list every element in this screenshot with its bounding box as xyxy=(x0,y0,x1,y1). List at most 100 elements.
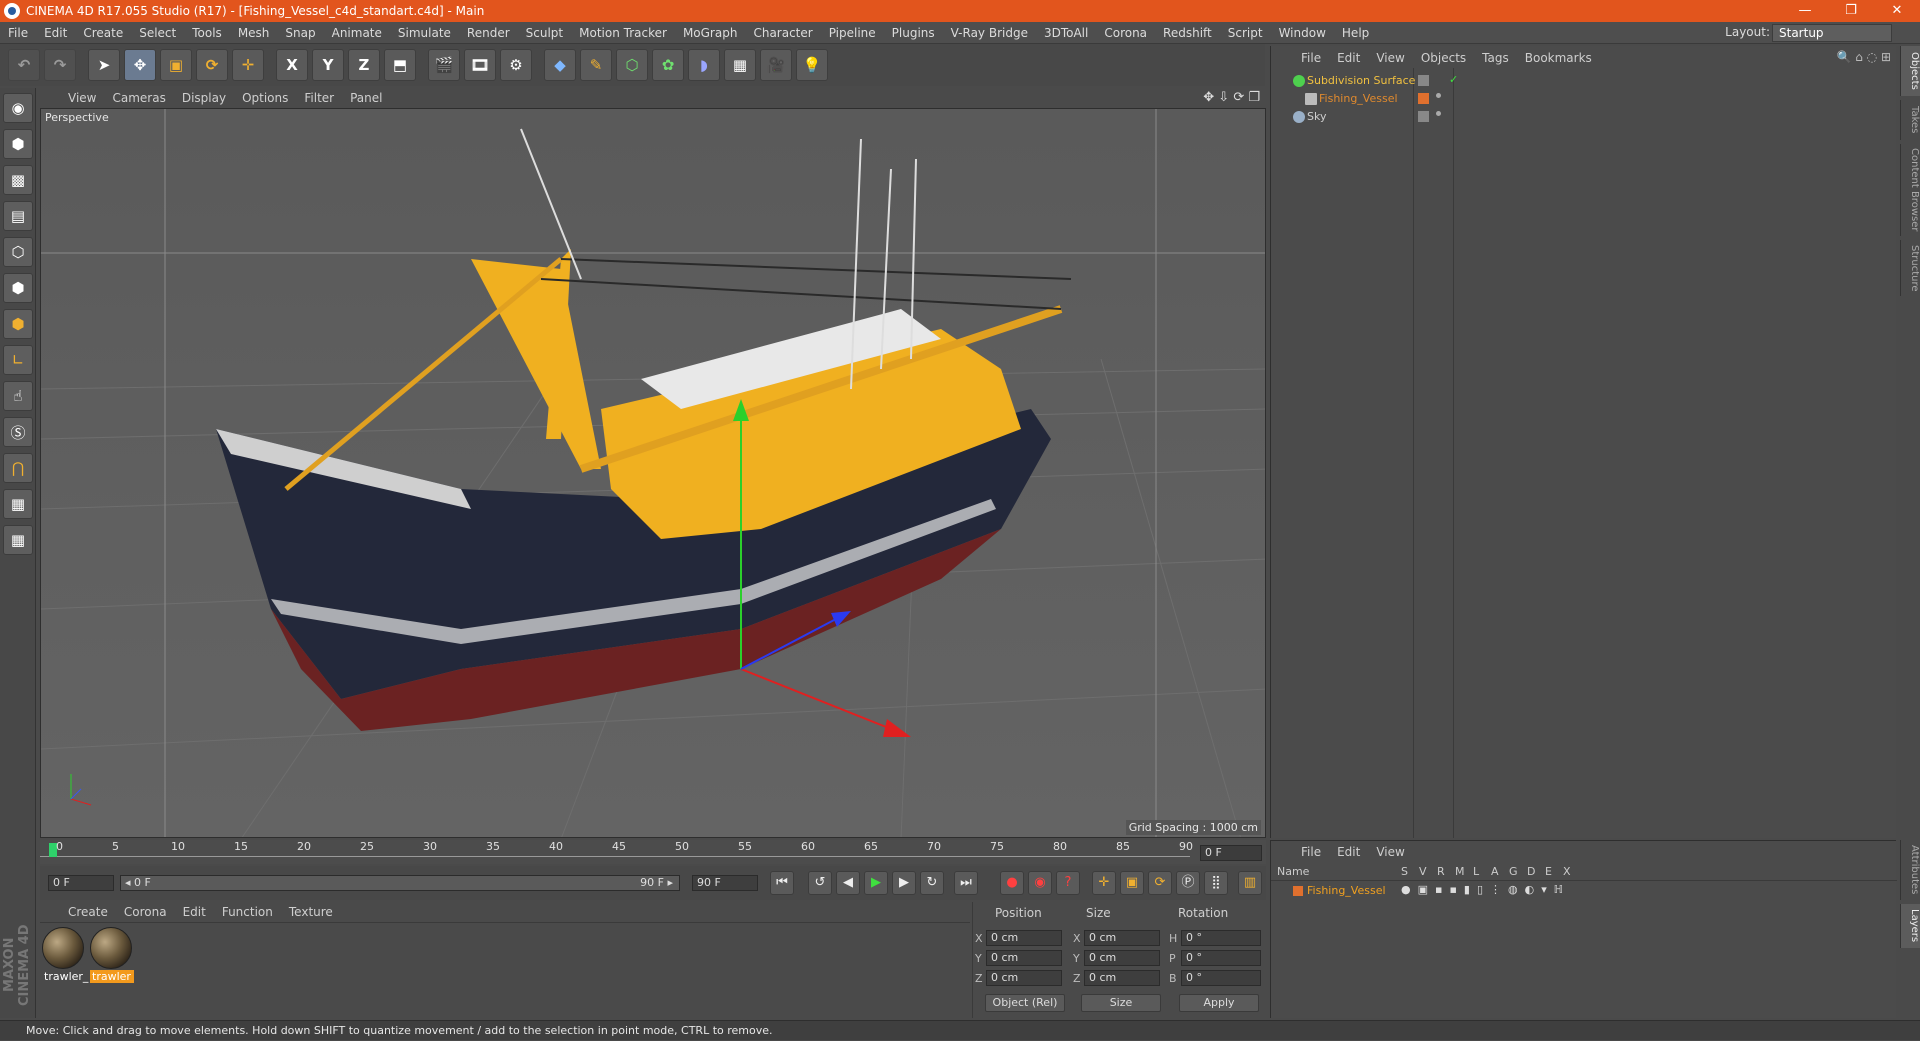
restore-button[interactable]: ❐ xyxy=(1828,0,1874,22)
menu-animate[interactable]: Animate xyxy=(324,26,390,40)
enabled-checkmark-icon[interactable]: ✓ xyxy=(1449,73,1458,86)
material-menu-function[interactable]: Function xyxy=(214,905,281,919)
rotation-h-field[interactable]: 0 ° xyxy=(1181,930,1261,946)
viewport-menu-cameras[interactable]: Cameras xyxy=(104,91,173,105)
end-frame-field[interactable]: 90 F xyxy=(692,875,758,891)
col-render[interactable]: R xyxy=(1437,865,1445,878)
menu-simulate[interactable]: Simulate xyxy=(390,26,459,40)
objects-menu-bookmarks[interactable]: Bookmarks xyxy=(1517,51,1600,65)
material-menu-edit[interactable]: Edit xyxy=(175,905,214,919)
menu-script[interactable]: Script xyxy=(1220,26,1271,40)
layer-toggle-icons[interactable]: ●▣▪▪▮▯⋮◍◐▾ℍ xyxy=(1401,883,1570,896)
visibility-dot-icon[interactable] xyxy=(1436,111,1441,116)
objects-menu-file[interactable]: File xyxy=(1293,51,1329,65)
objects-menu-tags[interactable]: Tags xyxy=(1474,51,1517,65)
play-icon[interactable]: ▶ xyxy=(864,871,888,895)
texture-mode-icon[interactable]: ▩ xyxy=(3,165,33,195)
tab-layers[interactable]: Layers xyxy=(1900,904,1920,948)
make-editable-icon[interactable]: ◉ xyxy=(3,93,33,123)
3d-viewport[interactable]: Perspective Grid Spacing : 1000 cm xyxy=(40,108,1266,838)
menu-render[interactable]: Render xyxy=(459,26,518,40)
timeline-window-icon[interactable]: ▥ xyxy=(1238,871,1262,895)
x-axis-lock-button[interactable]: X xyxy=(276,49,308,81)
viewport-menu-display[interactable]: Display xyxy=(174,91,234,105)
y-axis-lock-button[interactable]: Y xyxy=(312,49,344,81)
layer-row[interactable]: Fishing_Vessel ●▣▪▪▮▯⋮◍◐▾ℍ xyxy=(1271,883,1897,899)
material-menu-create[interactable]: Create xyxy=(60,905,116,919)
menu-create[interactable]: Create xyxy=(75,26,131,40)
key-parameter-icon[interactable]: Ⓟ xyxy=(1176,871,1200,895)
tab-takes[interactable]: Takes xyxy=(1900,100,1920,140)
visibility-dot-icon[interactable] xyxy=(1436,93,1441,98)
menu-sculpt[interactable]: Sculpt xyxy=(518,26,571,40)
menu-redshift[interactable]: Redshift xyxy=(1155,26,1220,40)
menu-character[interactable]: Character xyxy=(745,26,820,40)
subdivision-icon[interactable]: ⬡ xyxy=(616,49,648,81)
layers-menu-edit[interactable]: Edit xyxy=(1329,845,1368,859)
viewport-navigation-icons[interactable]: ✥ ⇩ ⟳ ❐ xyxy=(1203,90,1260,105)
menu-mograph[interactable]: MoGraph xyxy=(675,26,746,40)
light-icon[interactable]: 💡 xyxy=(796,49,828,81)
minimize-button[interactable]: — xyxy=(1782,0,1828,22)
tab-attributes[interactable]: Attributes xyxy=(1900,840,1920,900)
workplane-icon[interactable]: ▤ xyxy=(3,201,33,231)
layer-color-icon[interactable] xyxy=(1293,886,1303,896)
position-x-field[interactable]: 0 cm xyxy=(986,930,1062,946)
next-key-icon[interactable]: ↻ xyxy=(920,871,944,895)
col-xref[interactable]: X xyxy=(1563,865,1571,878)
object-manager-search-icons[interactable]: 🔍 ⌂ ◌ ⊞ xyxy=(1836,50,1891,64)
menu-snap[interactable]: Snap xyxy=(277,26,323,40)
objects-menu-view[interactable]: View xyxy=(1368,51,1412,65)
current-frame-field[interactable]: 0 F xyxy=(1200,845,1262,861)
key-pla-icon[interactable]: ⣿ xyxy=(1204,871,1228,895)
axis-mode-icon[interactable]: ∟ xyxy=(3,345,33,375)
material-menu-texture[interactable]: Texture xyxy=(281,905,341,919)
menu-tools[interactable]: Tools xyxy=(184,26,230,40)
layout-dropdown[interactable]: Startup xyxy=(1772,24,1892,42)
menu-3dtoall[interactable]: 3DToAll xyxy=(1036,26,1096,40)
scale-tool-icon[interactable]: ▣ xyxy=(160,49,192,81)
coordinate-system-icon[interactable]: ⬒ xyxy=(384,49,416,81)
position-z-field[interactable]: 0 cm xyxy=(986,970,1062,986)
apply-button[interactable]: Apply xyxy=(1179,994,1259,1012)
model-mode-icon[interactable]: ⬢ xyxy=(3,129,33,159)
undo-icon[interactable]: ↶ xyxy=(8,49,40,81)
col-solo[interactable]: S xyxy=(1401,865,1408,878)
go-to-start-icon[interactable]: ⏮ xyxy=(770,871,794,895)
keyframe-selection-icon[interactable]: ? xyxy=(1056,871,1080,895)
locked-workplane-icon[interactable]: ▦ xyxy=(3,489,33,519)
col-generators[interactable]: G xyxy=(1509,865,1518,878)
render-view-icon[interactable]: 🎬 xyxy=(428,49,460,81)
cube-primitive-icon[interactable]: ◆ xyxy=(544,49,576,81)
rotate-tool-icon[interactable]: ⟳ xyxy=(196,49,228,81)
tweak-mode-icon[interactable]: ☝ xyxy=(3,381,33,411)
menu-corona[interactable]: Corona xyxy=(1096,26,1155,40)
size-x-field[interactable]: 0 cm xyxy=(1084,930,1160,946)
coordinate-mode-dropdown[interactable]: Object (Rel) xyxy=(985,994,1065,1012)
material-menu-corona[interactable]: Corona xyxy=(116,905,175,919)
menu-plugins[interactable]: Plugins xyxy=(884,26,943,40)
previous-key-icon[interactable]: ↺ xyxy=(808,871,832,895)
record-icon[interactable]: ● xyxy=(1000,871,1024,895)
menu-window[interactable]: Window xyxy=(1271,26,1334,40)
layers-menu-view[interactable]: View xyxy=(1368,845,1412,859)
z-axis-lock-button[interactable]: Z xyxy=(348,49,380,81)
start-frame-field[interactable]: 0 F xyxy=(48,875,114,891)
menu-motion-tracker[interactable]: Motion Tracker xyxy=(571,26,675,40)
close-button[interactable]: ✕ xyxy=(1874,0,1920,22)
deformer-icon[interactable]: ◗ xyxy=(688,49,720,81)
material-swatch[interactable]: trawler_ xyxy=(42,927,88,983)
col-view[interactable]: V xyxy=(1419,865,1427,878)
menu-select[interactable]: Select xyxy=(131,26,184,40)
points-mode-icon[interactable]: ⬡ xyxy=(3,237,33,267)
next-frame-icon[interactable]: ▶ xyxy=(892,871,916,895)
viewport-menu-panel[interactable]: Panel xyxy=(342,91,390,105)
preview-range-slider[interactable]: ◂ 0 F 90 F ▸ xyxy=(120,875,680,891)
cloner-icon[interactable]: ✿ xyxy=(652,49,684,81)
size-mode-dropdown[interactable]: Size xyxy=(1081,994,1161,1012)
tab-content-browser[interactable]: Content Browser xyxy=(1900,144,1920,236)
floor-icon[interactable]: ▦ xyxy=(724,49,756,81)
col-manager[interactable]: M xyxy=(1455,865,1465,878)
viewport-menu-options[interactable]: Options xyxy=(234,91,296,105)
viewport-menu-view[interactable]: View xyxy=(60,91,104,105)
